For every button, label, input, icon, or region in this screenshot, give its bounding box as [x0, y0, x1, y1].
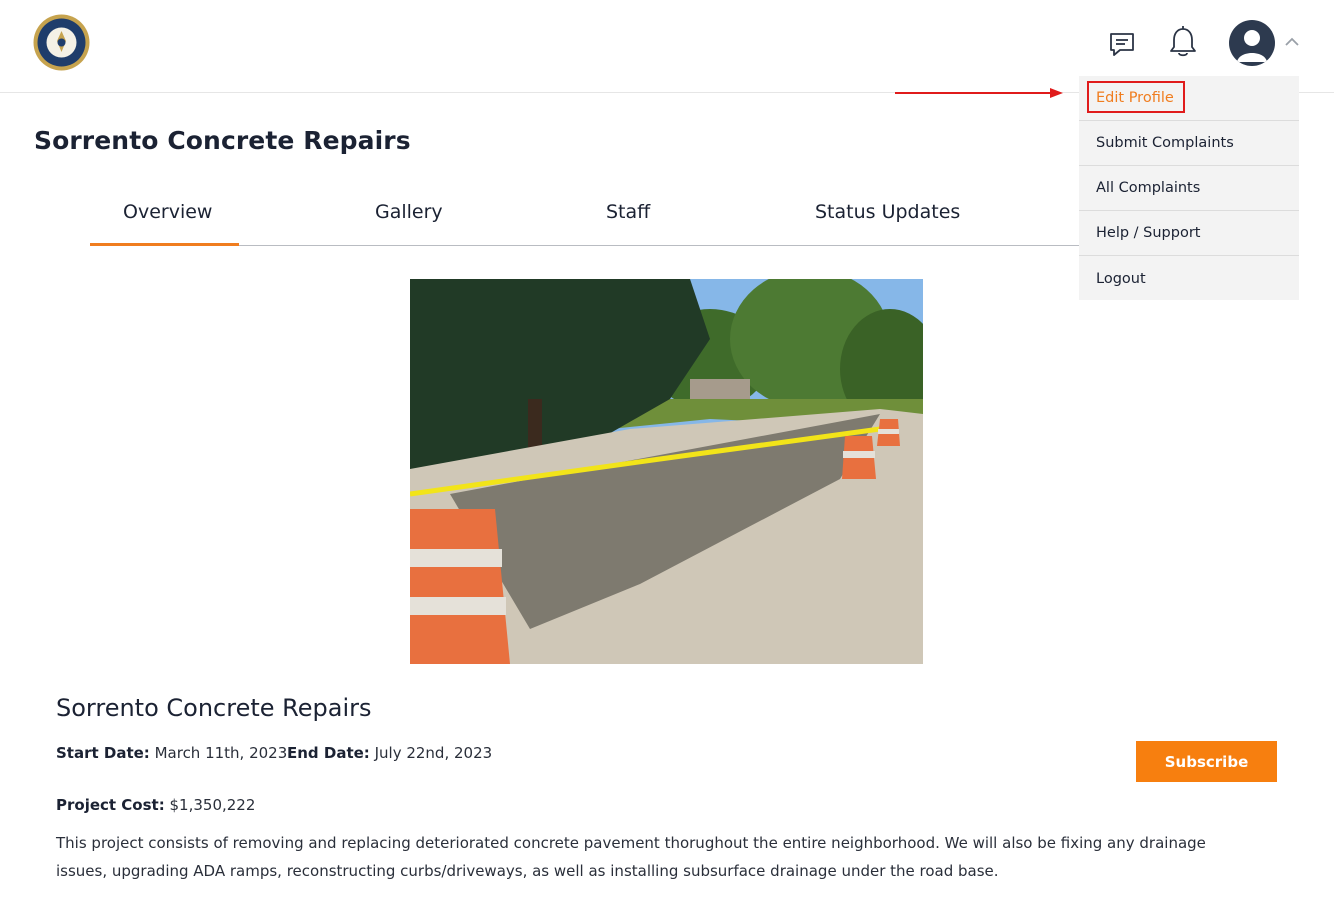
user-avatar-icon[interactable] — [1229, 20, 1275, 66]
annotation-arrow-icon — [895, 88, 1063, 98]
end-date-label: End Date: — [287, 744, 370, 762]
tab-staff[interactable]: Staff — [606, 201, 650, 223]
message-icon[interactable] — [1106, 28, 1138, 60]
bell-icon[interactable] — [1168, 25, 1198, 59]
city-seal-logo[interactable] — [33, 14, 90, 71]
tab-bar: Overview Gallery Staff Status Updates — [90, 190, 1090, 246]
tab-overview[interactable]: Overview — [123, 201, 212, 223]
highlight-box — [1087, 81, 1185, 113]
menu-item-submit-complaints[interactable]: Submit Complaints — [1079, 121, 1299, 166]
project-cost-label: Project Cost: — [56, 796, 165, 814]
end-date: End Date: July 22nd, 2023 — [287, 744, 492, 762]
start-date-label: Start Date: — [56, 744, 150, 762]
menu-item-help-support[interactable]: Help / Support — [1079, 211, 1299, 256]
project-photo — [410, 279, 923, 664]
tab-gallery[interactable]: Gallery — [375, 201, 443, 223]
subscribe-button[interactable]: Subscribe — [1136, 741, 1277, 782]
start-date-value: March 11th, 2023 — [154, 744, 288, 762]
end-date-value: July 22nd, 2023 — [374, 744, 493, 762]
tab-status-updates[interactable]: Status Updates — [815, 201, 960, 223]
active-tab-indicator — [90, 243, 239, 246]
menu-item-logout[interactable]: Logout — [1079, 256, 1299, 301]
chevron-up-icon[interactable] — [1283, 34, 1301, 50]
start-date: Start Date: March 11th, 2023 — [56, 744, 287, 762]
project-cost: Project Cost: $1,350,222 — [56, 796, 255, 814]
project-description: This project consists of removing and re… — [56, 834, 1206, 880]
project-title: Sorrento Concrete Repairs — [56, 694, 372, 722]
page-title: Sorrento Concrete Repairs — [34, 126, 411, 155]
project-cost-value: $1,350,222 — [169, 796, 256, 814]
menu-item-all-complaints[interactable]: All Complaints — [1079, 166, 1299, 211]
